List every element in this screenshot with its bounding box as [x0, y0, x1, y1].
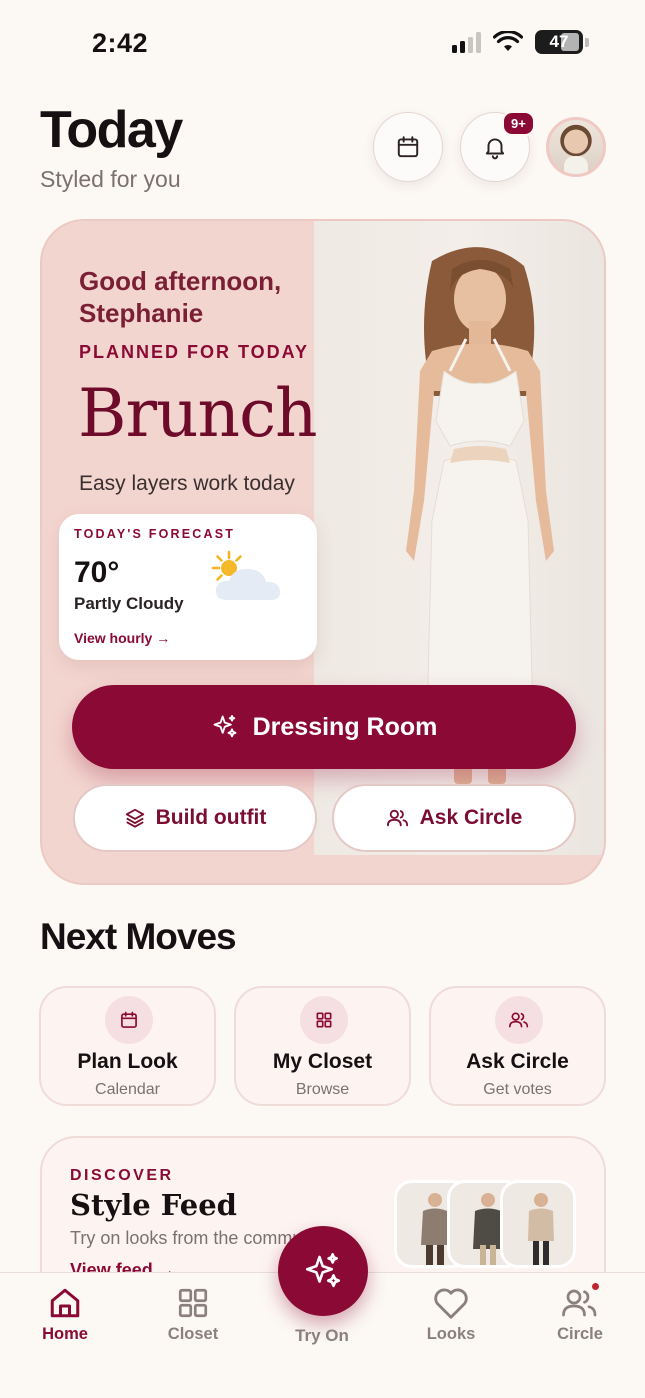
layers-icon: [125, 808, 144, 828]
wifi-icon: [493, 31, 523, 51]
greeting: Good afternoon, Stephanie: [79, 266, 282, 328]
card-title: Ask Circle: [466, 1050, 569, 1073]
heart-icon: [434, 1288, 468, 1319]
sparkles-icon: [213, 714, 237, 738]
card-subtitle: Get votes: [483, 1081, 552, 1098]
planned-event: Brunch: [78, 375, 318, 452]
tab-looks[interactable]: Looks: [406, 1285, 496, 1344]
people-icon: [509, 1012, 529, 1028]
view-hourly-link[interactable]: View hourly →: [74, 630, 170, 646]
tab-label: Closet: [167, 1325, 219, 1343]
temperature: 70°: [74, 556, 120, 589]
dressing-room-label: Dressing Room: [252, 712, 438, 741]
home-icon: [50, 1288, 80, 1318]
try-on-button[interactable]: [278, 1226, 368, 1316]
card-title: Plan Look: [77, 1050, 178, 1073]
feed-thumbnail[interactable]: [500, 1180, 576, 1268]
calendar-button[interactable]: [373, 112, 443, 182]
card-title: My Closet: [272, 1050, 373, 1073]
next-moves-title: Next Moves: [40, 916, 237, 957]
tab-label: Looks: [426, 1325, 476, 1343]
page-title: Today: [40, 101, 183, 159]
style-feed-title: Style Feed: [70, 1188, 237, 1222]
cellular-signal-icon: [452, 31, 481, 53]
circle-notification-dot: [590, 1281, 601, 1292]
partly-cloudy-icon: [211, 550, 281, 600]
ask-circle-label: Ask Circle: [419, 806, 523, 829]
status-indicators: 47: [452, 30, 589, 54]
weather-condition: Partly Cloudy: [74, 594, 184, 613]
plan-look-card[interactable]: Plan Look Calendar: [39, 986, 216, 1106]
forecast-card: TODAY'S FORECAST 70° Partly Cloudy View …: [59, 514, 317, 660]
tab-circle[interactable]: Circle: [535, 1285, 625, 1344]
calendar-icon: [121, 1011, 137, 1028]
grid-icon: [178, 1288, 208, 1318]
tab-closet[interactable]: Closet: [148, 1285, 238, 1344]
status-time: 2:42: [92, 28, 149, 58]
battery-level: 47: [549, 32, 569, 51]
my-closet-card[interactable]: My Closet Browse: [234, 986, 411, 1106]
calendar-icon: [397, 136, 419, 158]
people-icon: [386, 809, 408, 827]
forecast-label: TODAY'S FORECAST: [74, 527, 236, 541]
grid-icon: [316, 1012, 332, 1028]
try-on-label[interactable]: Try On: [272, 1326, 372, 1346]
ask-circle-card[interactable]: Ask Circle Get votes: [429, 986, 606, 1106]
card-subtitle: Browse: [295, 1081, 350, 1098]
page-subtitle: Styled for you: [40, 166, 181, 192]
tab-label: Circle: [557, 1325, 603, 1343]
sparkles-icon: [305, 1253, 341, 1288]
build-outfit-label: Build outfit: [155, 806, 267, 829]
dressing-room-button[interactable]: Dressing Room: [72, 685, 576, 769]
profile-avatar[interactable]: [546, 117, 606, 177]
bell-icon: [485, 138, 505, 160]
notification-badge: 9+: [502, 111, 535, 136]
today-hero-card: Good afternoon, Stephanie PLANNED FOR TO…: [40, 219, 606, 885]
styling-tip: Easy layers work today: [79, 472, 295, 495]
ask-circle-button[interactable]: Ask Circle: [332, 784, 576, 852]
build-outfit-button[interactable]: Build outfit: [73, 784, 317, 852]
discover-label: DISCOVER: [70, 1167, 174, 1184]
tab-home[interactable]: Home: [20, 1285, 110, 1344]
planned-label: PLANNED FOR TODAY: [79, 342, 310, 362]
battery-icon: 47: [535, 30, 583, 54]
card-subtitle: Calendar: [95, 1081, 160, 1098]
tab-label: Home: [42, 1325, 88, 1343]
